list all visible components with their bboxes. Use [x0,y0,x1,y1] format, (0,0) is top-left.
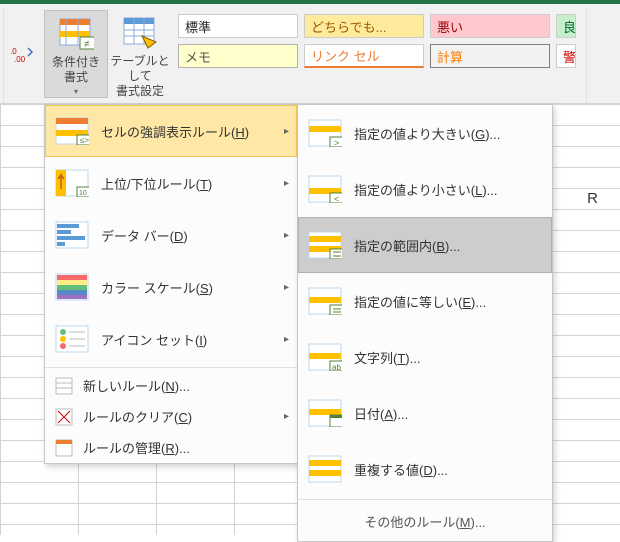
style-link[interactable]: リンク セル [304,44,424,68]
menu-label: 重複する値(D)... [354,460,448,479]
menu-label: 指定の値より小さい(L)... [354,180,497,199]
submenu-text-contains[interactable]: ab 文字列(T)... [298,329,552,385]
menu-label: 指定の値より大きい(G)... [354,124,500,143]
format-as-table-icon [122,14,158,50]
svg-text:>: > [334,138,339,147]
icon-sets-icon [55,325,89,353]
conditional-formatting-button[interactable]: ≠ 条件付き 書式 ▾ [44,10,108,98]
menu-label: その他のルール(M)... [364,515,485,530]
style-memo[interactable]: メモ [178,44,298,68]
menu-data-bars[interactable]: データ バー(D) ▸ [45,209,297,261]
svg-text:≤>: ≤> [80,136,89,145]
chevron-right-icon: ▸ [284,282,289,293]
highlight-cells-icon: ≤> [55,117,89,145]
chevron-right-icon: ▸ [284,411,289,422]
color-scales-icon [55,273,89,301]
chevron-down-icon: ▾ [74,87,78,97]
menu-separator [45,367,297,368]
menu-highlight-cells-rules[interactable]: ≤> セルの強調表示ルール(H) ▸ [45,105,297,157]
menu-label: 文字列(T)... [354,348,420,367]
ribbon: .0.00 ≠ 条件付き 書式 ▾ [0,4,620,104]
submenu-between[interactable]: 指定の範囲内(B)... [298,217,552,273]
menu-label: 上位/下位ルール(T) [101,174,212,193]
style-calc[interactable]: 計算 [430,44,550,68]
style-neutral[interactable]: どちらでも... [304,14,424,38]
menu-color-scales[interactable]: カラー スケール(S) ▸ [45,261,297,313]
svg-text:<: < [334,194,339,203]
submenu-date-occurring[interactable]: 日付(A)... [298,385,552,441]
menu-clear-rules[interactable]: ルールのクリア(C) ▸ [45,401,297,432]
column-header-R[interactable]: R [587,190,598,207]
date-icon [308,399,342,427]
menu-label: 新しいルール(N)... [83,376,190,395]
menu-icon-sets[interactable]: アイコン セット(I) ▸ [45,313,297,365]
duplicate-icon [308,455,342,483]
manage-rules-icon [55,439,73,457]
chevron-right-icon: ▸ [284,230,289,241]
between-icon [308,231,342,259]
equal-to-icon [308,287,342,315]
submenu-less-than[interactable]: < 指定の値より小さい(L)... [298,161,552,217]
decrease-decimal-button[interactable]: .0.00 [4,8,40,103]
style-normal[interactable]: 標準 [178,14,298,38]
menu-new-rule[interactable]: 新しいルール(N)... [45,370,297,401]
menu-label: データ バー(D) [101,226,188,245]
conditional-formatting-menu: ≤> セルの強調表示ルール(H) ▸ 10 上位/下位ルール(T) ▸ データ … [44,104,298,464]
menu-label: ルールの管理(R)... [83,438,190,457]
submenu-duplicate-values[interactable]: 重複する値(D)... [298,441,552,497]
menu-label: アイコン セット(I) [101,330,207,349]
data-bars-icon [55,221,89,249]
style-bad[interactable]: 悪い [430,14,550,38]
svg-text:ab: ab [332,363,341,371]
highlight-cells-submenu: > 指定の値より大きい(G)... < 指定の値より小さい(L)... 指定の範… [297,104,553,542]
menu-label: 指定の範囲内(B)... [354,236,460,255]
format-as-table-button[interactable]: テーブルとして 書式設定 ▾ [108,10,172,98]
chevron-right-icon: ▸ [284,178,289,189]
svg-text:≠: ≠ [84,39,90,50]
menu-label: セルの強調表示ルール(H) [101,122,249,141]
submenu-more-rules[interactable]: その他のルール(M)... [298,502,552,541]
menu-separator [298,499,552,500]
cell-styles-gallery[interactable]: 標準 どちらでも... 悪い 良 メモ リンク セル 計算 警 [172,10,582,72]
chevron-right-icon: ▸ [284,126,289,137]
conditional-formatting-icon: ≠ [58,15,94,51]
clear-rules-icon [55,408,73,426]
svg-text:.00: .00 [14,55,26,62]
chevron-right-icon: ▸ [284,334,289,345]
menu-label: カラー スケール(S) [101,278,213,297]
conditional-formatting-label: 条件付き 書式 [52,55,100,85]
menu-manage-rules[interactable]: ルールの管理(R)... [45,432,297,463]
style-warning[interactable]: 警 [556,44,576,68]
menu-label: 日付(A)... [354,404,408,423]
less-than-icon: < [308,175,342,203]
menu-label: 指定の値に等しい(E)... [354,292,486,311]
svg-text:10: 10 [79,190,87,197]
format-as-table-label: テーブルとして 書式設定 [110,54,170,99]
menu-top-bottom-rules[interactable]: 10 上位/下位ルール(T) ▸ [45,157,297,209]
submenu-greater-than[interactable]: > 指定の値より大きい(G)... [298,105,552,161]
ribbon-group-styles: ≠ 条件付き 書式 ▾ テーブルとして 書式設定 ▾ [40,8,587,103]
new-rule-icon [55,377,73,395]
style-good[interactable]: 良 [556,14,576,38]
greater-than-icon: > [308,119,342,147]
top-bottom-icon: 10 [55,169,89,197]
menu-label: ルールのクリア(C) [83,407,192,426]
text-contains-icon: ab [308,343,342,371]
submenu-equal-to[interactable]: 指定の値に等しい(E)... [298,273,552,329]
